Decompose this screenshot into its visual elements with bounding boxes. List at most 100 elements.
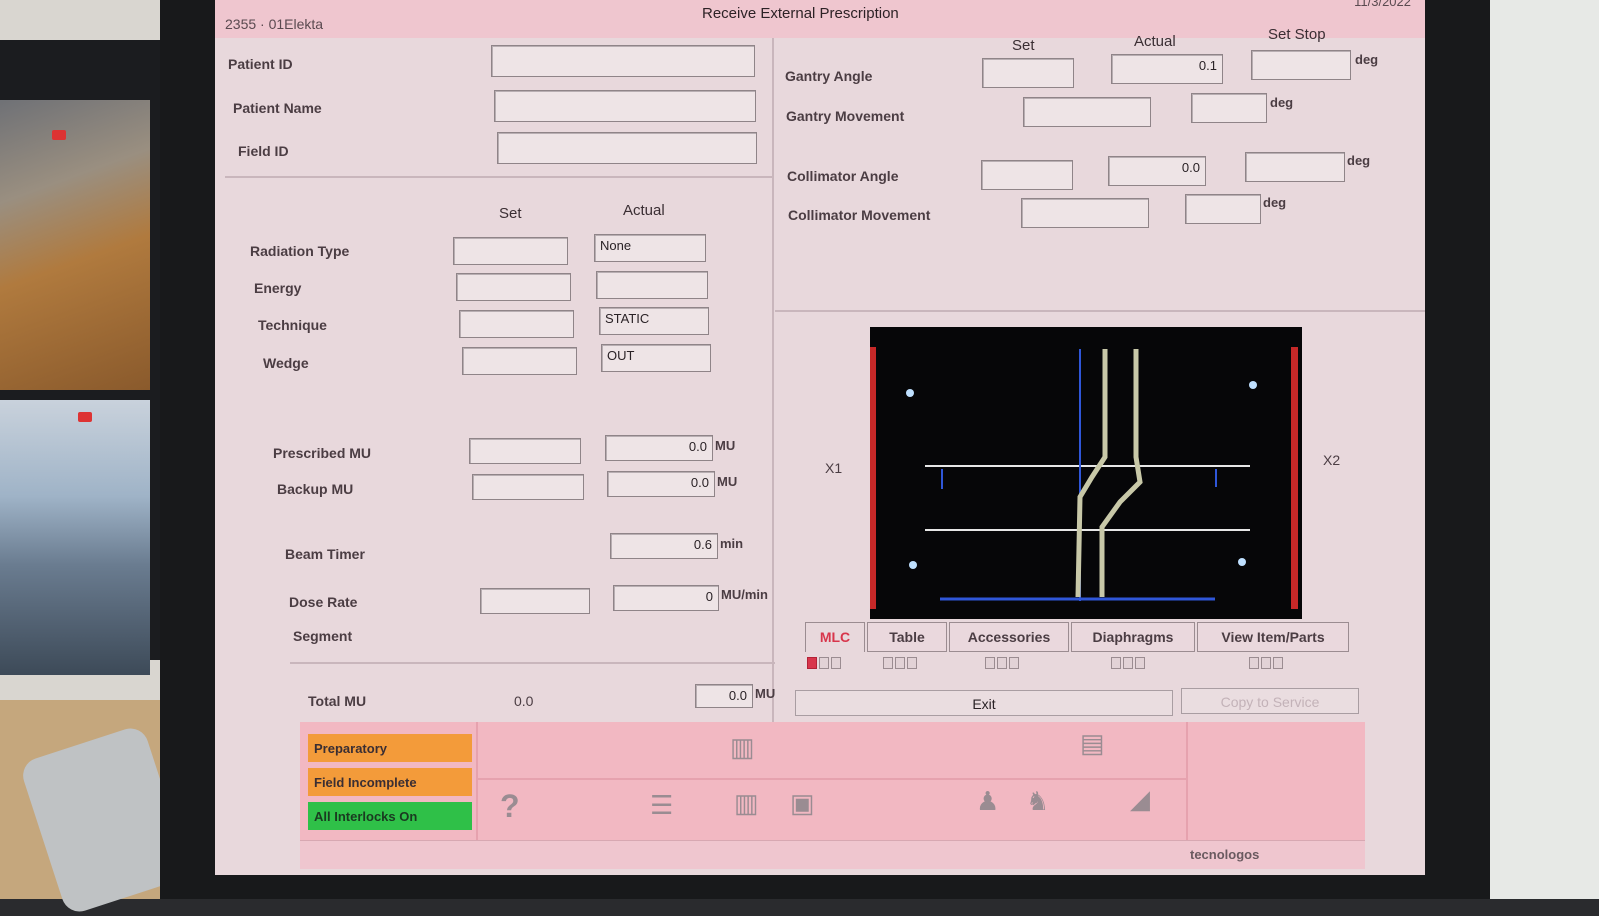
person-icon[interactable]: ♟ [976, 786, 999, 817]
patient-id-label: Patient ID [228, 56, 293, 72]
field-id-label: Field ID [238, 143, 289, 159]
x2-label: X2 [1323, 452, 1341, 468]
help-icon[interactable]: ? [500, 788, 520, 825]
gantry-angle-unit: deg [1355, 52, 1379, 67]
field-id-field[interactable] [497, 132, 757, 164]
patient-name-label: Patient Name [233, 100, 322, 116]
collimator-angle-set[interactable] [981, 160, 1073, 190]
status-field-incomplete: Field Incomplete [308, 768, 472, 796]
camera-feed-treatment-room [0, 100, 150, 390]
record-indicator-icon [78, 412, 92, 422]
divider-geometry [775, 310, 1425, 312]
beam-set-header: Set [499, 205, 522, 222]
footer-bar: tecnologos [300, 840, 1365, 869]
trash-icon[interactable]: ▥ [734, 788, 759, 819]
dose-rate-set[interactable] [480, 588, 590, 614]
backup-mu-label: Backup MU [277, 481, 354, 497]
prescribed-mu-set[interactable] [469, 438, 581, 464]
ramp-icon[interactable]: ◢ [1130, 784, 1150, 815]
trash-icon[interactable]: ▥ [730, 732, 755, 763]
gantry-movement-stop[interactable] [1191, 93, 1267, 123]
camera-feed-waiting-room [0, 400, 150, 675]
person-move-icon[interactable]: ♞ [1026, 786, 1049, 817]
mlc-indicator [831, 657, 841, 669]
diaphragms-indicator [1135, 657, 1145, 669]
table-indicator [907, 657, 917, 669]
gantry-movement-label: Gantry Movement [786, 108, 905, 124]
collimator-angle-set-stop[interactable] [1245, 152, 1345, 182]
tab-diaphragms[interactable]: Diaphragms [1071, 622, 1195, 652]
x2-jaw-bar [1291, 347, 1298, 609]
technique-set[interactable] [459, 310, 574, 338]
marker-dot-bottom-right [1238, 558, 1246, 566]
prescribed-mu-label: Prescribed MU [273, 445, 372, 461]
view-item-indicator [1261, 657, 1271, 669]
gantry-movement-set[interactable] [1023, 97, 1151, 127]
gantry-angle-set[interactable] [982, 58, 1074, 88]
marker-dot-top-right [1249, 381, 1257, 389]
energy-actual [596, 271, 708, 299]
geometry-set-header: Set [1012, 37, 1035, 54]
collimator-angle-unit: deg [1347, 153, 1371, 168]
energy-label: Energy [254, 280, 302, 296]
accessories-indicator [1009, 657, 1019, 669]
collimator-movement-stop[interactable] [1185, 194, 1261, 224]
marker-dot-bottom-left [909, 561, 917, 569]
mlc-field-display [870, 327, 1302, 619]
tab-table[interactable]: Table [867, 622, 947, 652]
title-bar: 2355 · 01Elekta Receive External Prescri… [215, 0, 1425, 38]
diaphragms-indicator [1111, 657, 1121, 669]
geometry-actual-header: Actual [1134, 33, 1176, 50]
mlc-indicator [807, 657, 817, 669]
radiation-type-label: Radiation Type [250, 243, 350, 259]
radiation-type-actual: None [594, 234, 706, 262]
background-wall [1480, 0, 1599, 899]
exit-button[interactable]: Exit [795, 690, 1173, 716]
backup-mu-actual: 0.0 [607, 471, 715, 497]
document-icon[interactable]: ▤ [1080, 728, 1105, 759]
patient-id-field[interactable] [491, 45, 755, 77]
geometry-set-stop-header: Set Stop [1268, 26, 1326, 43]
record-indicator-icon [52, 130, 66, 140]
table-indicator [883, 657, 893, 669]
clipboard-icon[interactable]: ▣ [790, 788, 815, 819]
wedge-set[interactable] [462, 347, 577, 375]
radiation-type-set[interactable] [453, 237, 568, 265]
accessories-indicator [985, 657, 995, 669]
beam-actual-header: Actual [623, 202, 665, 219]
technique-actual: STATIC [599, 307, 709, 335]
status-preparatory: Preparatory [308, 734, 472, 762]
tab-view-item-parts[interactable]: View Item/Parts [1197, 622, 1349, 652]
tab-accessories[interactable]: Accessories [949, 622, 1069, 652]
x1-label: X1 [825, 460, 843, 476]
backup-mu-unit: MU [717, 474, 738, 489]
list-icon[interactable]: ☰ [650, 790, 673, 821]
status-divider [476, 722, 478, 840]
beam-timer-label: Beam Timer [285, 546, 365, 562]
copy-to-service-button[interactable]: Copy to Service [1181, 688, 1359, 714]
wedge-label: Wedge [263, 355, 309, 371]
accessories-indicator [997, 657, 1007, 669]
tab-mlc[interactable]: MLC [805, 622, 865, 652]
prescribed-mu-actual: 0.0 [605, 435, 713, 461]
status-interlocks: All Interlocks On [308, 802, 472, 830]
session-id: 2355 · 01Elekta [225, 16, 324, 32]
application-window: 2355 · 01Elekta Receive External Prescri… [215, 0, 1425, 875]
logged-in-user: tecnologos [1190, 847, 1260, 862]
collimator-movement-set[interactable] [1021, 198, 1149, 228]
mlc-indicator [819, 657, 829, 669]
backup-mu-set[interactable] [472, 474, 584, 500]
window-title: Receive External Prescription [702, 5, 899, 22]
total-mu-actual: 0.0 [695, 684, 753, 708]
beam-timer-unit: min [720, 536, 744, 551]
gantry-angle-set-stop[interactable] [1251, 50, 1351, 80]
patient-name-field[interactable] [494, 90, 756, 122]
collimator-movement-unit: deg [1263, 195, 1287, 210]
diaphragms-indicator [1123, 657, 1133, 669]
gantry-angle-label: Gantry Angle [785, 68, 873, 84]
collimator-angle-label: Collimator Angle [787, 168, 899, 184]
vertical-divider [772, 38, 774, 728]
total-mu-label: Total MU [308, 693, 367, 709]
collimator-angle-actual: 0.0 [1108, 156, 1206, 186]
energy-set[interactable] [456, 273, 571, 301]
